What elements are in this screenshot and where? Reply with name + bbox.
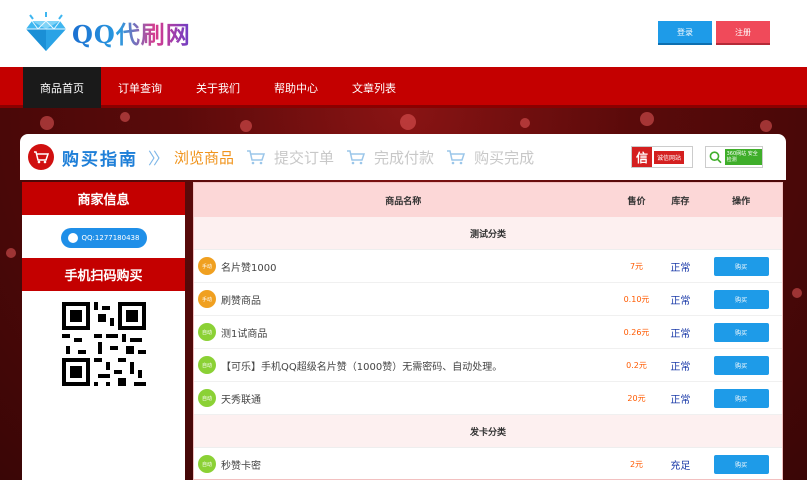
col-op-header: 操作	[732, 196, 751, 207]
manual-badge: 手动	[198, 290, 216, 308]
step-browse: 浏览商品	[174, 148, 235, 167]
site-logo[interactable]: QQ代刷网	[24, 11, 191, 53]
buy-button[interactable]: 购买	[713, 388, 769, 408]
auto-badge: 自动	[198, 356, 216, 374]
buy-button[interactable]: 购买	[713, 355, 769, 375]
main-nav: 商品首页 订单查询 关于我们 帮助中心 文章列表	[0, 67, 807, 108]
trust-site-badge[interactable]: 信 诚信网站	[631, 146, 693, 168]
product-table: 商品名称 售价 库存 操作 测试分类 手动 名片赞1000 7元 正常 购买 手动…	[193, 182, 783, 480]
product-stock: 正常	[670, 328, 691, 340]
table-row: 自动 天秀联通 20元 正常 购买	[194, 382, 782, 415]
nav-item-home[interactable]: 商品首页	[23, 67, 101, 108]
step-complete: 购买完成	[474, 148, 535, 167]
product-price: 7元	[629, 261, 644, 271]
register-button[interactable]: 注册	[716, 21, 770, 43]
buy-button[interactable]: 购买	[713, 454, 769, 474]
category-row: 发卡分类	[194, 415, 782, 448]
cart-icon	[347, 150, 366, 165]
product-name[interactable]: 测1试商品	[221, 325, 267, 340]
product-price: 20元	[627, 393, 646, 403]
step-submit: 提交订单	[274, 148, 335, 167]
buy-button[interactable]: 购买	[713, 256, 769, 276]
product-stock: 正常	[670, 394, 691, 406]
product-name[interactable]: 名片赞1000	[221, 259, 276, 274]
product-name[interactable]: 秒赞卡密	[221, 457, 261, 472]
product-price: 2元	[629, 459, 644, 469]
site-header: QQ代刷网 登录 注册	[0, 0, 807, 67]
step-pay: 完成付款	[374, 148, 435, 167]
buy-button[interactable]: 购买	[713, 289, 769, 309]
col-stock-header: 库存	[671, 196, 690, 207]
table-row: 手动 名片赞1000 7元 正常 购买	[194, 250, 782, 283]
magnifier-icon	[709, 151, 722, 164]
nav-item-order-query[interactable]: 订单查询	[101, 67, 179, 108]
cart-icon	[447, 150, 466, 165]
table-header: 商品名称 售价 库存 操作	[194, 183, 782, 217]
security-check-badge[interactable]: 360网站 安全检测	[705, 146, 763, 168]
col-name-header: 商品名称	[385, 196, 422, 207]
login-button[interactable]: 登录	[658, 21, 712, 43]
cart-icon	[28, 144, 54, 170]
diamond-icon	[26, 12, 66, 51]
product-stock: 充足	[670, 460, 691, 472]
product-stock: 正常	[670, 295, 691, 307]
security-check-label: 360网站 安全检测	[724, 149, 762, 165]
auto-badge: 自动	[198, 323, 216, 341]
purchase-guide: 购买指南 〉〉 浏览商品 提交订单 完成付款 购买完成 信 诚信网站 360网站…	[20, 134, 786, 180]
nav-item-help[interactable]: 帮助中心	[257, 67, 335, 108]
guide-title: 购买指南	[62, 149, 138, 170]
product-price: 0.2元	[626, 360, 647, 370]
qq-icon	[67, 233, 78, 243]
table-row: 手动 刷赞商品 0.10元 正常 购买	[194, 283, 782, 316]
trust-site-label: 诚信网站	[654, 150, 685, 164]
product-name[interactable]: 刷赞商品	[221, 292, 261, 307]
product-stock: 正常	[670, 361, 691, 373]
product-price: 0.26元	[623, 327, 650, 337]
scan-purchase-title: 手机扫码购买	[22, 258, 185, 291]
auto-badge: 自动	[198, 455, 216, 473]
logo-text: QQ代刷网	[72, 15, 191, 50]
table-row: 自动 秒赞卡密 2元 充足 购买	[194, 448, 782, 480]
table-row: 自动 【可乐】手机QQ超级名片赞（1000赞）无需密码、自动处理。 0.2元 正常…	[194, 349, 782, 382]
product-price: 0.10元	[623, 294, 650, 304]
category-row: 测试分类	[194, 217, 782, 250]
merchant-sidebar: 商家信息 QQ:1277180438 手机扫码购买	[22, 182, 185, 480]
merchant-info-title: 商家信息	[22, 182, 185, 215]
qr-code	[62, 302, 146, 386]
qq-contact-button[interactable]: QQ:1277180438	[60, 228, 147, 248]
product-name[interactable]: 天秀联通	[221, 391, 261, 406]
trust-mark-icon: 信	[632, 147, 652, 167]
double-chevron-icon: 〉〉	[148, 149, 169, 168]
manual-badge: 手动	[198, 257, 216, 275]
col-price-header: 售价	[627, 196, 646, 207]
product-name[interactable]: 【可乐】手机QQ超级名片赞（1000赞）无需密码、自动处理。	[221, 358, 502, 373]
cart-icon	[247, 150, 266, 165]
table-row: 自动 测1试商品 0.26元 正常 购买	[194, 316, 782, 349]
buy-button[interactable]: 购买	[713, 322, 769, 342]
qq-number: QQ:1277180438	[81, 234, 140, 242]
nav-item-articles[interactable]: 文章列表	[335, 67, 413, 108]
product-stock: 正常	[670, 262, 691, 274]
nav-item-about[interactable]: 关于我们	[179, 67, 257, 108]
auto-badge: 自动	[198, 389, 216, 407]
